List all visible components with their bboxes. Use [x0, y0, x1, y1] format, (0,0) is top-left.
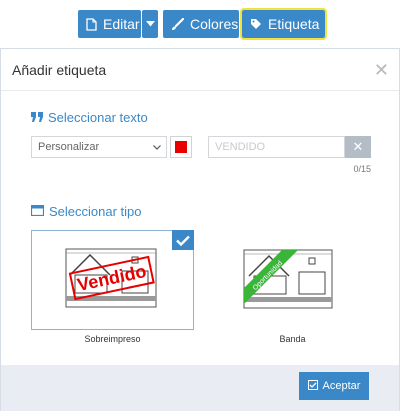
type-card-sobreimpreso-label: Sobreimpreso: [84, 334, 141, 344]
text-type-select-value: Personalizar: [38, 141, 100, 153]
brush-icon: [171, 17, 184, 31]
section-title-tipo: Seleccionar tipo: [30, 204, 142, 219]
type-card-banda[interactable]: Oportunidad: [211, 230, 374, 330]
quote-icon: [31, 110, 43, 125]
section-title-tipo-label: Seleccionar tipo: [49, 204, 142, 219]
color-swatch-fill: [175, 141, 187, 153]
house-stamp-image: Vendido: [65, 248, 157, 308]
modal-title: Añadir etiqueta: [12, 61, 107, 78]
etiqueta-button[interactable]: Etiqueta: [240, 8, 327, 40]
toolbar: Editar Colores Etiqueta: [0, 0, 400, 44]
type-card-banda-label: Banda: [279, 334, 306, 344]
check-icon: [172, 230, 194, 250]
house-band-image: Oportunidad: [243, 249, 333, 309]
close-icon[interactable]: ✕: [374, 61, 389, 79]
clear-text-button[interactable]: ✕: [345, 136, 371, 158]
type-card-sobreimpreso[interactable]: Vendido: [31, 230, 194, 330]
tag-icon: [250, 18, 262, 30]
modal-footer: Aceptar: [1, 365, 399, 411]
close-icon: ✕: [352, 139, 364, 154]
accept-label: Aceptar: [322, 380, 361, 392]
color-picker[interactable]: [170, 136, 192, 158]
chevron-down-icon: [153, 141, 161, 153]
accept-button[interactable]: Aceptar: [299, 372, 369, 400]
add-label-modal: Añadir etiqueta ✕ Seleccionar texto Pers…: [0, 48, 400, 411]
caret-down-icon: [145, 21, 155, 27]
check-square-icon: [307, 379, 318, 393]
label-text-input[interactable]: VENDIDO: [208, 136, 345, 158]
text-type-select[interactable]: Personalizar: [31, 136, 167, 158]
colores-label: Colores: [190, 16, 239, 32]
section-title-texto: Seleccionar texto: [31, 110, 148, 125]
editar-label: Editar: [103, 16, 140, 32]
editar-button[interactable]: Editar: [78, 10, 141, 38]
file-icon: [86, 17, 97, 31]
modal-header: Añadir etiqueta ✕: [1, 49, 399, 91]
editar-dropdown-button[interactable]: [142, 10, 158, 38]
char-counter: 0/15: [353, 164, 371, 174]
section-title-texto-label: Seleccionar texto: [48, 110, 148, 125]
etiqueta-label: Etiqueta: [268, 16, 320, 32]
colores-button[interactable]: Colores: [163, 10, 239, 38]
window-icon: [30, 204, 45, 219]
